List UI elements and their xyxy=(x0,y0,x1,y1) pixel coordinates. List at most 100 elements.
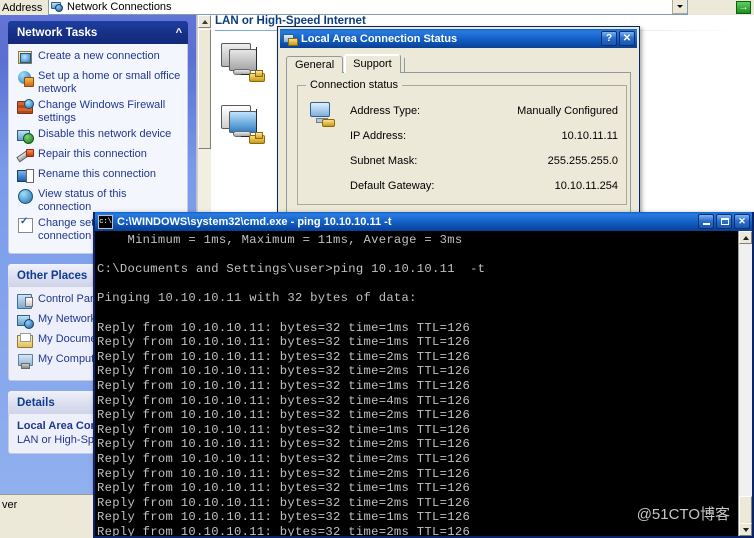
cmd-minimize-button[interactable] xyxy=(698,214,714,229)
cmd-icon: c:\ xyxy=(98,214,113,229)
cmd-title-bar[interactable]: c:\ C:\WINDOWS\system32\cmd.exe - ping 1… xyxy=(95,212,752,231)
local-area-connection-status-dialog: Local Area Connection Status ? ✕ General… xyxy=(277,26,640,219)
watermark: @51CTO博客 xyxy=(636,506,730,523)
chevron-up-icon[interactable]: ^ xyxy=(176,27,182,39)
row-subnet-mask: Subnet Mask: 255.255.255.0 xyxy=(350,152,618,169)
task-label: Disable this network device xyxy=(38,128,172,140)
my-network-places-icon xyxy=(17,313,34,329)
network-connection-icon xyxy=(283,32,298,46)
dialog-title-bar[interactable]: Local Area Connection Status ? ✕ xyxy=(280,29,637,48)
row-value: 10.10.11.254 xyxy=(554,179,618,192)
console-line: Reply from 10.10.10.11: bytes=32 time=2m… xyxy=(97,408,471,423)
task-label: Repair this connection xyxy=(38,148,147,160)
cmd-scroll-track[interactable] xyxy=(739,244,752,523)
address-input[interactable]: Network Connections xyxy=(48,0,688,15)
row-value: 10.10.11.11 xyxy=(561,129,618,142)
row-key: Default Gateway: xyxy=(350,179,435,192)
row-value: Manually Configured xyxy=(517,104,618,117)
row-address-type: Address Type: Manually Configured xyxy=(350,102,618,119)
cmd-scroll-down-button[interactable] xyxy=(739,523,752,536)
console-output[interactable]: Minimum = 1ms, Maximum = 11ms, Average =… xyxy=(95,231,742,536)
scroll-up-button[interactable] xyxy=(198,15,211,28)
control-panel-icon xyxy=(17,293,33,309)
console-line: Minimum = 1ms, Maximum = 11ms, Average =… xyxy=(97,233,463,247)
task-view-status[interactable]: View status of this connection xyxy=(17,188,181,213)
dialog-close-button[interactable]: ✕ xyxy=(619,31,635,46)
view-status-icon xyxy=(17,188,33,204)
console-line: Reply from 10.10.10.11: bytes=32 time=4m… xyxy=(97,393,471,408)
console-line: Reply from 10.10.10.11: bytes=32 time=2m… xyxy=(97,364,471,379)
explorer-address-bar: Address Network Connections → xyxy=(0,0,754,15)
console-line: Reply from 10.10.10.11: bytes=32 time=2m… xyxy=(97,349,471,364)
address-value: Network Connections xyxy=(67,0,172,13)
rename-icon xyxy=(17,168,34,184)
triangle-down-icon xyxy=(742,527,749,532)
bottom-sliver-text: ver xyxy=(2,499,18,511)
address-label: Address xyxy=(2,1,43,14)
task-rename-connection[interactable]: Rename this connection xyxy=(17,168,181,184)
connection-status-icon xyxy=(310,102,340,130)
task-setup-home-network[interactable]: Set up a home or small office network xyxy=(17,70,181,95)
network-tasks-title: Network Tasks xyxy=(17,26,98,39)
task-label: View status of this connection xyxy=(38,188,127,213)
task-label: Rename this connection xyxy=(38,168,157,180)
task-repair-connection[interactable]: Repair this connection xyxy=(17,148,181,164)
cmd-vertical-scrollbar[interactable] xyxy=(738,231,752,536)
support-tab-panel: Connection status Address Type: Manually… xyxy=(286,72,631,216)
new-connection-icon xyxy=(17,50,33,66)
tab-general[interactable]: General xyxy=(286,56,344,73)
dialog-title-text: Local Area Connection Status xyxy=(301,32,458,45)
row-key: Subnet Mask: xyxy=(350,154,418,167)
cmd-maximize-button[interactable] xyxy=(716,214,732,229)
task-change-firewall-settings[interactable]: Change Windows Firewall settings xyxy=(17,99,181,124)
connection-icon-disabled[interactable] xyxy=(219,43,275,91)
network-connections-icon xyxy=(51,0,64,13)
command-prompt-window: c:\ C:\WINDOWS\system32\cmd.exe - ping 1… xyxy=(93,212,754,538)
firewall-icon xyxy=(17,99,34,115)
cmd-title-text: C:\WINDOWS\system32\cmd.exe - ping 10.10… xyxy=(117,215,392,228)
console-line: Reply from 10.10.10.11: bytes=32 time=1m… xyxy=(97,481,471,496)
change-settings-icon xyxy=(17,216,33,233)
close-icon: ✕ xyxy=(738,216,746,226)
cmd-close-button[interactable]: ✕ xyxy=(734,214,750,229)
row-ip-address: IP Address: 10.10.11.11 xyxy=(350,127,618,144)
row-value: 255.255.255.0 xyxy=(547,154,618,167)
scroll-thumb[interactable] xyxy=(198,29,211,149)
console-line: Pinging 10.10.10.11 with 32 bytes of dat… xyxy=(97,291,417,306)
cmd-scroll-up-button[interactable] xyxy=(739,231,752,244)
console-line: Reply from 10.10.10.11: bytes=32 time=1m… xyxy=(97,422,471,437)
dialog-help-button[interactable]: ? xyxy=(601,31,617,46)
dialog-content: General Support Connection status Addres… xyxy=(278,48,639,216)
row-key: Address Type: xyxy=(350,104,421,117)
tab-support[interactable]: Support xyxy=(344,54,401,73)
task-label: Set up a home or small office network xyxy=(38,70,181,95)
task-label: Create a new connection xyxy=(38,50,160,62)
console-line: C:\Documents and Settings\user>ping 10.1… xyxy=(97,262,486,277)
network-tasks-header[interactable]: Network Tasks ^ xyxy=(8,21,188,44)
chevron-down-icon xyxy=(677,5,683,8)
address-dropdown-button[interactable] xyxy=(672,0,687,14)
bottom-sliver: ver xyxy=(0,494,93,538)
row-key: IP Address: xyxy=(350,129,407,142)
task-disable-network-device[interactable]: Disable this network device xyxy=(17,128,181,144)
home-network-icon xyxy=(17,70,34,87)
task-create-new-connection[interactable]: Create a new connection xyxy=(17,50,181,66)
console-line: Reply from 10.10.10.11: bytes=32 time=1m… xyxy=(97,320,471,335)
go-button[interactable]: → xyxy=(735,0,752,15)
details-title: Details xyxy=(17,396,55,409)
connection-icon-local-area[interactable] xyxy=(219,105,275,153)
row-default-gateway: Default Gateway: 10.10.11.254 xyxy=(350,177,618,194)
tab-separator xyxy=(403,58,405,73)
dialog-tabs: General Support xyxy=(286,54,631,73)
console-line: Reply from 10.10.10.11: bytes=32 time=2m… xyxy=(97,437,471,452)
disable-device-icon xyxy=(17,128,34,144)
my-computer-icon xyxy=(17,353,33,369)
console-line: Reply from 10.10.10.11: bytes=32 time=1m… xyxy=(97,378,471,393)
console-line: Reply from 10.10.10.11: bytes=32 time=1m… xyxy=(97,335,471,350)
my-documents-icon xyxy=(17,333,33,349)
go-arrow-icon: → xyxy=(736,1,751,14)
console-line: Reply from 10.10.10.11: bytes=32 time=2m… xyxy=(97,466,471,481)
